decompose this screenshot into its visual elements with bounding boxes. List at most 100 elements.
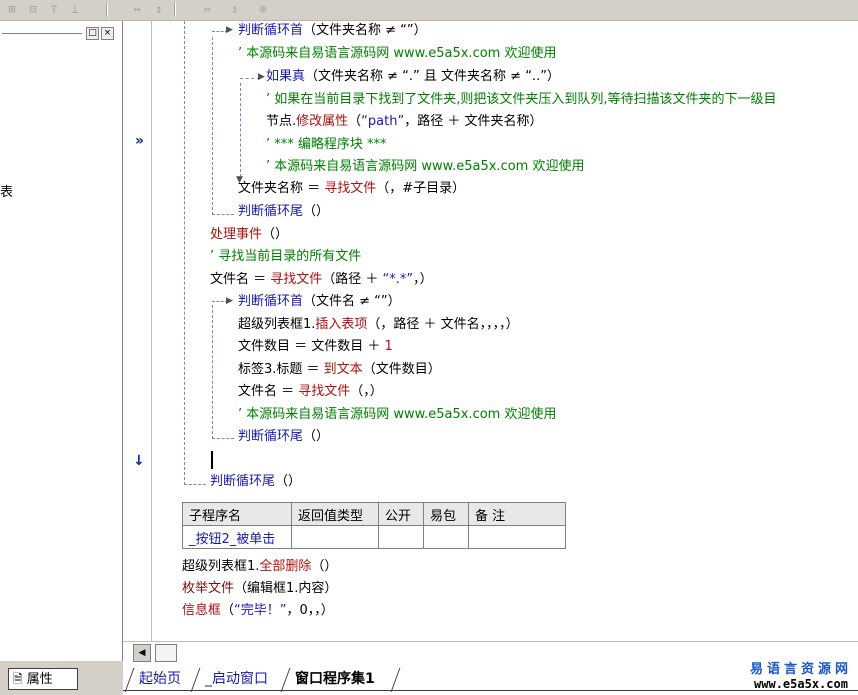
text-caret: [211, 451, 213, 469]
code-text: （）: [275, 474, 302, 489]
code-text: 文件名 ＝: [238, 384, 299, 399]
remark-cell[interactable]: [468, 525, 566, 549]
code-text: （: [221, 603, 235, 618]
function-name: 全部删除: [259, 559, 312, 574]
function-name: 插入表项: [315, 317, 368, 332]
center-icon[interactable]: ⊕: [254, 1, 272, 17]
package-cell[interactable]: [423, 525, 469, 549]
code-text: 超级列表框1.: [238, 317, 316, 332]
function-name: 到文本: [323, 362, 363, 377]
code-text: ，路径 ＋ 文件夹名称）: [404, 114, 543, 129]
scroll-thumb[interactable]: [155, 644, 177, 662]
code-text: ，0，，）: [286, 603, 334, 618]
code-line[interactable]: 节点.修改属性（“path”，路径 ＋ 文件夹名称）: [266, 113, 542, 131]
scroll-left-icon[interactable]: ◀: [133, 644, 151, 662]
code-text: （）: [303, 429, 330, 444]
site-watermark: 易语言资源网 www.e5a5x.com: [750, 658, 852, 691]
align-center-icon[interactable]: ⊟: [24, 1, 42, 17]
code-line[interactable]: 判断循环尾（）: [238, 203, 329, 221]
return-type-cell[interactable]: [291, 525, 379, 549]
code-comment[interactable]: ’ 本源码来自易语言源码网 www.e5a5x.com 欢迎使用: [238, 45, 556, 63]
subroutine-table: 子程序名 返回值类型 公开 易包 备 注 _按钮2_被单击: [182, 502, 566, 549]
code-text: 文件名 ＝: [210, 272, 271, 287]
code-text: 文件夹名称 ＝: [238, 181, 325, 196]
code-line[interactable]: 超级列表框1.插入表项（，路径 ＋ 文件名，，，，）: [238, 316, 519, 334]
panel-clipped-text: 表: [0, 185, 14, 200]
code-comment[interactable]: ’ 寻找当前目录的所有文件: [210, 248, 361, 266]
alignment-toolbar: ⊞ ⊟ ⊤ ⊥ ↔ ↕ ⇔ ⇕ ⊕: [0, 0, 858, 21]
table-header: 易包: [423, 502, 469, 526]
code-comment[interactable]: ’ 本源码来自易语言源码网 www.e5a5x.com 欢迎使用: [266, 158, 584, 176]
code-text: （）: [262, 227, 289, 242]
code-line[interactable]: 判断循环尾（）: [238, 428, 329, 446]
function-name: 寻找文件: [270, 272, 323, 287]
code-text: （: [348, 114, 362, 129]
code-comment[interactable]: ’ 如果在当前目录下找到了文件夹,则把该文件夹压入到队列,等待扫描该文件夹的下一…: [266, 91, 777, 109]
code-line[interactable]: 判断循环首（文件名 ≠ “”）: [238, 293, 401, 311]
code-line[interactable]: 标签3.标题 ＝ 到文本（文件数目）: [238, 361, 441, 379]
align-left-icon[interactable]: ⊞: [3, 1, 21, 17]
table-header: 子程序名: [182, 502, 292, 526]
code-comment[interactable]: ’ 本源码来自易语言源码网 www.e5a5x.com 欢迎使用: [238, 406, 556, 424]
watermark-title: 易语言资源网: [749, 662, 852, 677]
keyword: 判断循环首: [238, 23, 304, 38]
code-text: （，）: [350, 384, 383, 399]
subroutine-name-cell[interactable]: _按钮2_被单击: [182, 525, 292, 549]
code-line[interactable]: 判断循环首（文件夹名称 ≠ “”）: [238, 22, 427, 40]
string-literal: “*.*”: [382, 272, 414, 287]
code-text: 文件数目 ＝ 文件数目 ＋: [238, 339, 385, 354]
function-name: 修改属性: [296, 114, 349, 129]
code-line[interactable]: 判断循环尾（）: [210, 473, 301, 491]
code-line[interactable]: 处理事件（）: [210, 226, 288, 244]
editor-gutter: » ↓: [123, 21, 152, 641]
property-tab[interactable]: 🗎 属性: [8, 668, 78, 690]
v-spacing-icon[interactable]: ⇕: [226, 1, 244, 17]
code-line[interactable]: 枚举文件（编辑框1.内容）: [182, 580, 337, 598]
code-text: 节点.: [266, 114, 297, 129]
public-cell[interactable]: [378, 525, 424, 549]
code-text: （）: [311, 559, 338, 574]
same-height-icon[interactable]: ↕: [150, 1, 168, 17]
keyword: 判断循环尾: [238, 204, 304, 219]
table-header: 返回值类型: [291, 502, 379, 526]
watermark-url: www.e5a5x.com: [754, 677, 848, 691]
code-line[interactable]: 信息框（“完毕！”，0，，）: [182, 602, 334, 620]
string-literal: “path”: [361, 114, 405, 129]
h-spacing-icon[interactable]: ⇔: [198, 1, 216, 17]
code-comment[interactable]: ’ *** 编略程序块 ***: [266, 136, 387, 154]
tab-start-page[interactable]: 起始页: [133, 668, 187, 690]
keyword: 判断循环尾: [238, 429, 304, 444]
code-text: 超级列表框1.: [182, 559, 260, 574]
function-name: 寻找文件: [324, 181, 377, 196]
code-text: ，）: [413, 272, 433, 287]
horizontal-scrollbar[interactable]: ◀: [123, 641, 858, 664]
string-literal: “完毕！”: [234, 603, 287, 618]
code-line[interactable]: 文件夹名称 ＝ 寻找文件（，#子目录）: [238, 180, 465, 198]
code-text: 标签3.标题 ＝: [238, 362, 324, 377]
tab-window-program-set[interactable]: 窗口程序集1: [289, 668, 381, 690]
number-literal: 1: [384, 339, 393, 354]
tab-startup-window[interactable]: _启动窗口: [199, 668, 274, 690]
keyword: 判断循环尾: [210, 474, 276, 489]
code-line[interactable]: 文件名 ＝ 寻找文件（路径 ＋ “*.*”，）: [210, 271, 433, 289]
bookmark-icon: »: [135, 133, 145, 149]
same-width-icon[interactable]: ↔: [128, 1, 146, 17]
table-header: 备 注: [468, 502, 566, 526]
code-text: （，路径 ＋ 文件名，，，，）: [367, 317, 519, 332]
property-icon: 🗎: [13, 672, 23, 686]
left-panel: □ × 表: [0, 21, 123, 661]
align-top-icon[interactable]: ⊤: [45, 1, 63, 17]
code-text: （编辑框1.内容）: [234, 581, 338, 596]
keyword: 判断循环首: [238, 294, 304, 309]
code-line[interactable]: 如果真（文件夹名称 ≠ “.” 且 文件夹名称 ≠ “..”）: [266, 68, 560, 86]
align-middle-icon[interactable]: ⊥: [66, 1, 84, 17]
code-text: （文件数目）: [362, 362, 441, 377]
code-text: （文件名 ≠ “”）: [303, 294, 401, 309]
code-line[interactable]: 文件数目 ＝ 文件数目 ＋ 1: [238, 338, 393, 356]
code-line[interactable]: 超级列表框1.全部删除（）: [182, 558, 337, 576]
panel-close-button[interactable]: ×: [101, 27, 114, 40]
panel-minimize-button[interactable]: □: [86, 27, 99, 40]
panel-titlebar: □ ×: [0, 25, 122, 41]
code-line[interactable]: 文件名 ＝ 寻找文件（，）: [238, 383, 383, 401]
function-name: 枚举文件: [182, 581, 235, 596]
